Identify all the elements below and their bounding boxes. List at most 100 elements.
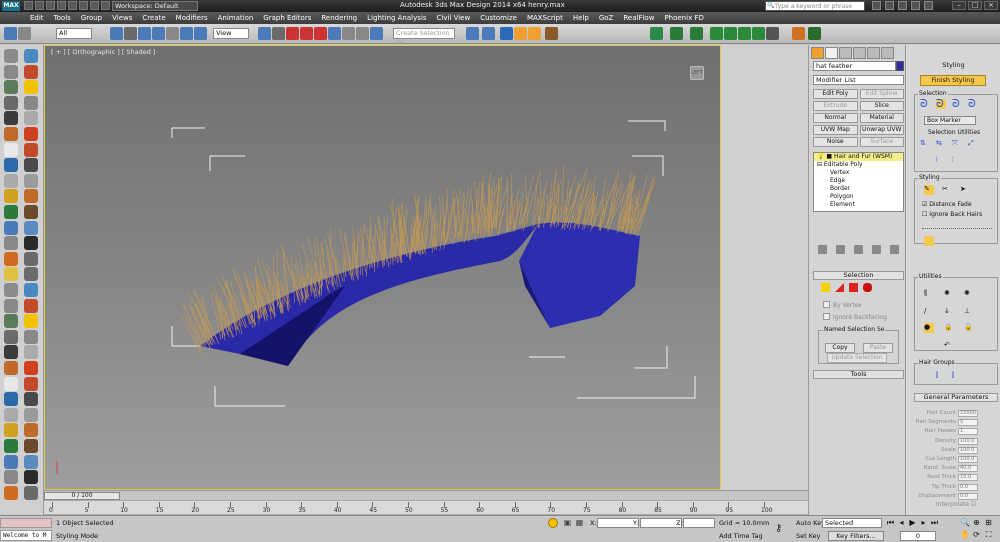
menu-group[interactable]: Group <box>81 14 102 22</box>
stack-item-edge[interactable]: Edge <box>814 177 903 185</box>
modifier-button-normal[interactable]: Normal <box>813 113 858 123</box>
zoom-extents-icon[interactable]: ⊞ <box>984 519 993 528</box>
binoculars-icon[interactable] <box>872 1 881 10</box>
param-value-field[interactable]: 5 <box>958 419 978 427</box>
param-value-field[interactable]: 0.0 <box>958 492 978 500</box>
selection-filter-dropdown[interactable]: All <box>56 28 92 39</box>
workspace-dropdown[interactable]: Workspace: Default <box>112 1 198 11</box>
update-selection-button[interactable]: Update Selection <box>827 353 887 363</box>
select-guide-vertices-icon[interactable]: ᘐ <box>952 98 962 109</box>
save-file-icon[interactable] <box>46 1 55 10</box>
modify-tab-icon[interactable] <box>825 47 838 59</box>
shelf-tool-icon[interactable] <box>24 220 38 235</box>
key-mode-dropdown[interactable]: Selected <box>822 518 882 528</box>
selection-lock-icon[interactable] <box>548 518 558 528</box>
select-hair-by-ends-icon[interactable]: ᘐ <box>920 98 930 109</box>
show-end-result-icon[interactable] <box>835 245 845 254</box>
menu-edit[interactable]: Edit <box>30 14 44 22</box>
motion-tab-icon[interactable] <box>853 47 866 59</box>
select-and-move-icon[interactable] <box>258 27 271 40</box>
shelf-tool-icon[interactable] <box>24 64 38 79</box>
remove-modifier-icon[interactable] <box>872 245 882 254</box>
lock-guide-icon[interactable]: 🔒 <box>944 323 954 333</box>
project-folder-icon[interactable] <box>101 1 110 10</box>
pan-icon[interactable]: ✋ <box>960 531 970 540</box>
paste-button[interactable]: Paste <box>863 343 893 353</box>
shelf-tool-icon[interactable] <box>4 189 18 204</box>
shelf-tool-icon[interactable] <box>4 329 18 344</box>
modifier-button-extrude[interactable]: Extrude <box>813 101 858 111</box>
shelf-tool-icon[interactable] <box>4 49 18 63</box>
menu-modifiers[interactable]: Modifiers <box>176 14 208 22</box>
menu-animation[interactable]: Animation <box>218 14 254 22</box>
curve-editor-icon[interactable] <box>650 27 663 40</box>
next-frame-icon[interactable]: ▸ <box>919 519 928 528</box>
param-value-field[interactable]: 100.0 <box>958 437 978 445</box>
layer-manager-icon[interactable] <box>528 27 541 40</box>
object-color-swatch[interactable] <box>896 61 904 71</box>
shelf-tool-icon[interactable] <box>4 485 18 500</box>
mirror-icon[interactable] <box>500 27 513 40</box>
stack-item-element[interactable]: Element <box>814 201 903 209</box>
shelf-tool-icon[interactable] <box>4 439 18 453</box>
play-icon[interactable]: ▶ <box>908 519 917 528</box>
shelf-tool-icon[interactable] <box>24 407 38 422</box>
split-group-icon[interactable]: ⫿ <box>936 371 946 381</box>
zoom-icon[interactable]: 🔍 <box>960 519 970 528</box>
shelf-tool-icon[interactable] <box>4 220 18 235</box>
shelf-tool-icon[interactable] <box>24 485 38 500</box>
object-name-field[interactable]: hat feather <box>813 61 896 71</box>
current-frame-field[interactable]: 0 <box>900 531 936 541</box>
minimize-button[interactable]: – <box>952 1 966 10</box>
material-editor-icon[interactable] <box>690 27 703 40</box>
shelf-tool-icon[interactable] <box>4 95 18 110</box>
app-logo[interactable]: MAX <box>2 1 20 11</box>
make-unique-icon[interactable] <box>853 245 863 254</box>
modifier-button-edit-spline[interactable]: Edit Spline <box>859 89 904 99</box>
hold-icon[interactable] <box>79 1 88 10</box>
undo-icon[interactable] <box>4 27 17 40</box>
copy-button[interactable]: Copy <box>825 343 855 353</box>
snaps-icon[interactable] <box>342 27 355 40</box>
shelf-tool-icon[interactable] <box>24 158 38 173</box>
by-vertex-checkbox[interactable]: By Vertex <box>823 301 862 309</box>
shelf-tool-icon[interactable] <box>24 454 38 469</box>
distance-fade-checkbox[interactable]: ☑ Distance Fade <box>922 201 972 208</box>
shelf-tool-icon[interactable] <box>24 470 38 485</box>
rendered-frame-icon[interactable] <box>724 27 737 40</box>
shelf-tool-icon[interactable] <box>24 376 38 391</box>
attenuate-icon[interactable]: ⫼ <box>924 289 934 299</box>
unlink-icon[interactable] <box>124 27 137 40</box>
tip-icon[interactable] <box>835 283 844 292</box>
merge-group-icon[interactable]: ⫿ <box>952 371 962 381</box>
modifier-stack[interactable]: 💡 ■ Hair and Fur (WSM) ⊟ Editable Poly Ver… <box>813 152 904 212</box>
add-time-tag[interactable]: Add Time Tag <box>719 532 763 540</box>
pop-selected-icon[interactable]: ✺ <box>944 289 954 299</box>
rectangular-selection-icon[interactable] <box>180 27 193 40</box>
shelf-tool-icon[interactable] <box>24 80 38 95</box>
shelf-tool-icon[interactable] <box>4 376 18 391</box>
spinner-snap-icon[interactable] <box>466 27 479 40</box>
lock-icon[interactable]: ⦙ <box>952 156 962 166</box>
shelf-tool-icon[interactable] <box>4 392 18 407</box>
key-filters-button[interactable]: Key Filters... <box>828 531 884 541</box>
shelf-tool-icon[interactable] <box>4 173 18 188</box>
toggle-collisions-icon[interactable]: ⊥ <box>964 307 974 317</box>
shelf-tool-icon[interactable] <box>24 189 38 204</box>
key-icon[interactable]: ⚷ <box>775 524 789 534</box>
subscription-icon[interactable] <box>885 1 894 10</box>
shelf-tool-icon[interactable] <box>4 111 18 126</box>
align-icon[interactable] <box>514 27 527 40</box>
shelf-tool-icon[interactable] <box>4 361 18 375</box>
general-parameters-header[interactable]: General Parameters <box>914 393 998 402</box>
modifier-button-slice[interactable]: Slice <box>859 101 904 111</box>
shelf-tool-icon[interactable] <box>4 314 18 329</box>
maximize-button[interactable]: □ <box>968 1 982 10</box>
render-iterative-icon[interactable] <box>752 27 765 40</box>
param-value-field[interactable]: 1 <box>958 428 978 436</box>
z-coordinate-field[interactable] <box>683 518 715 528</box>
help-icon[interactable] <box>924 1 933 10</box>
percent-snap-icon[interactable] <box>370 27 383 40</box>
viewcube[interactable]: LEFT <box>690 66 704 80</box>
shelf-tool-icon[interactable] <box>24 439 38 453</box>
